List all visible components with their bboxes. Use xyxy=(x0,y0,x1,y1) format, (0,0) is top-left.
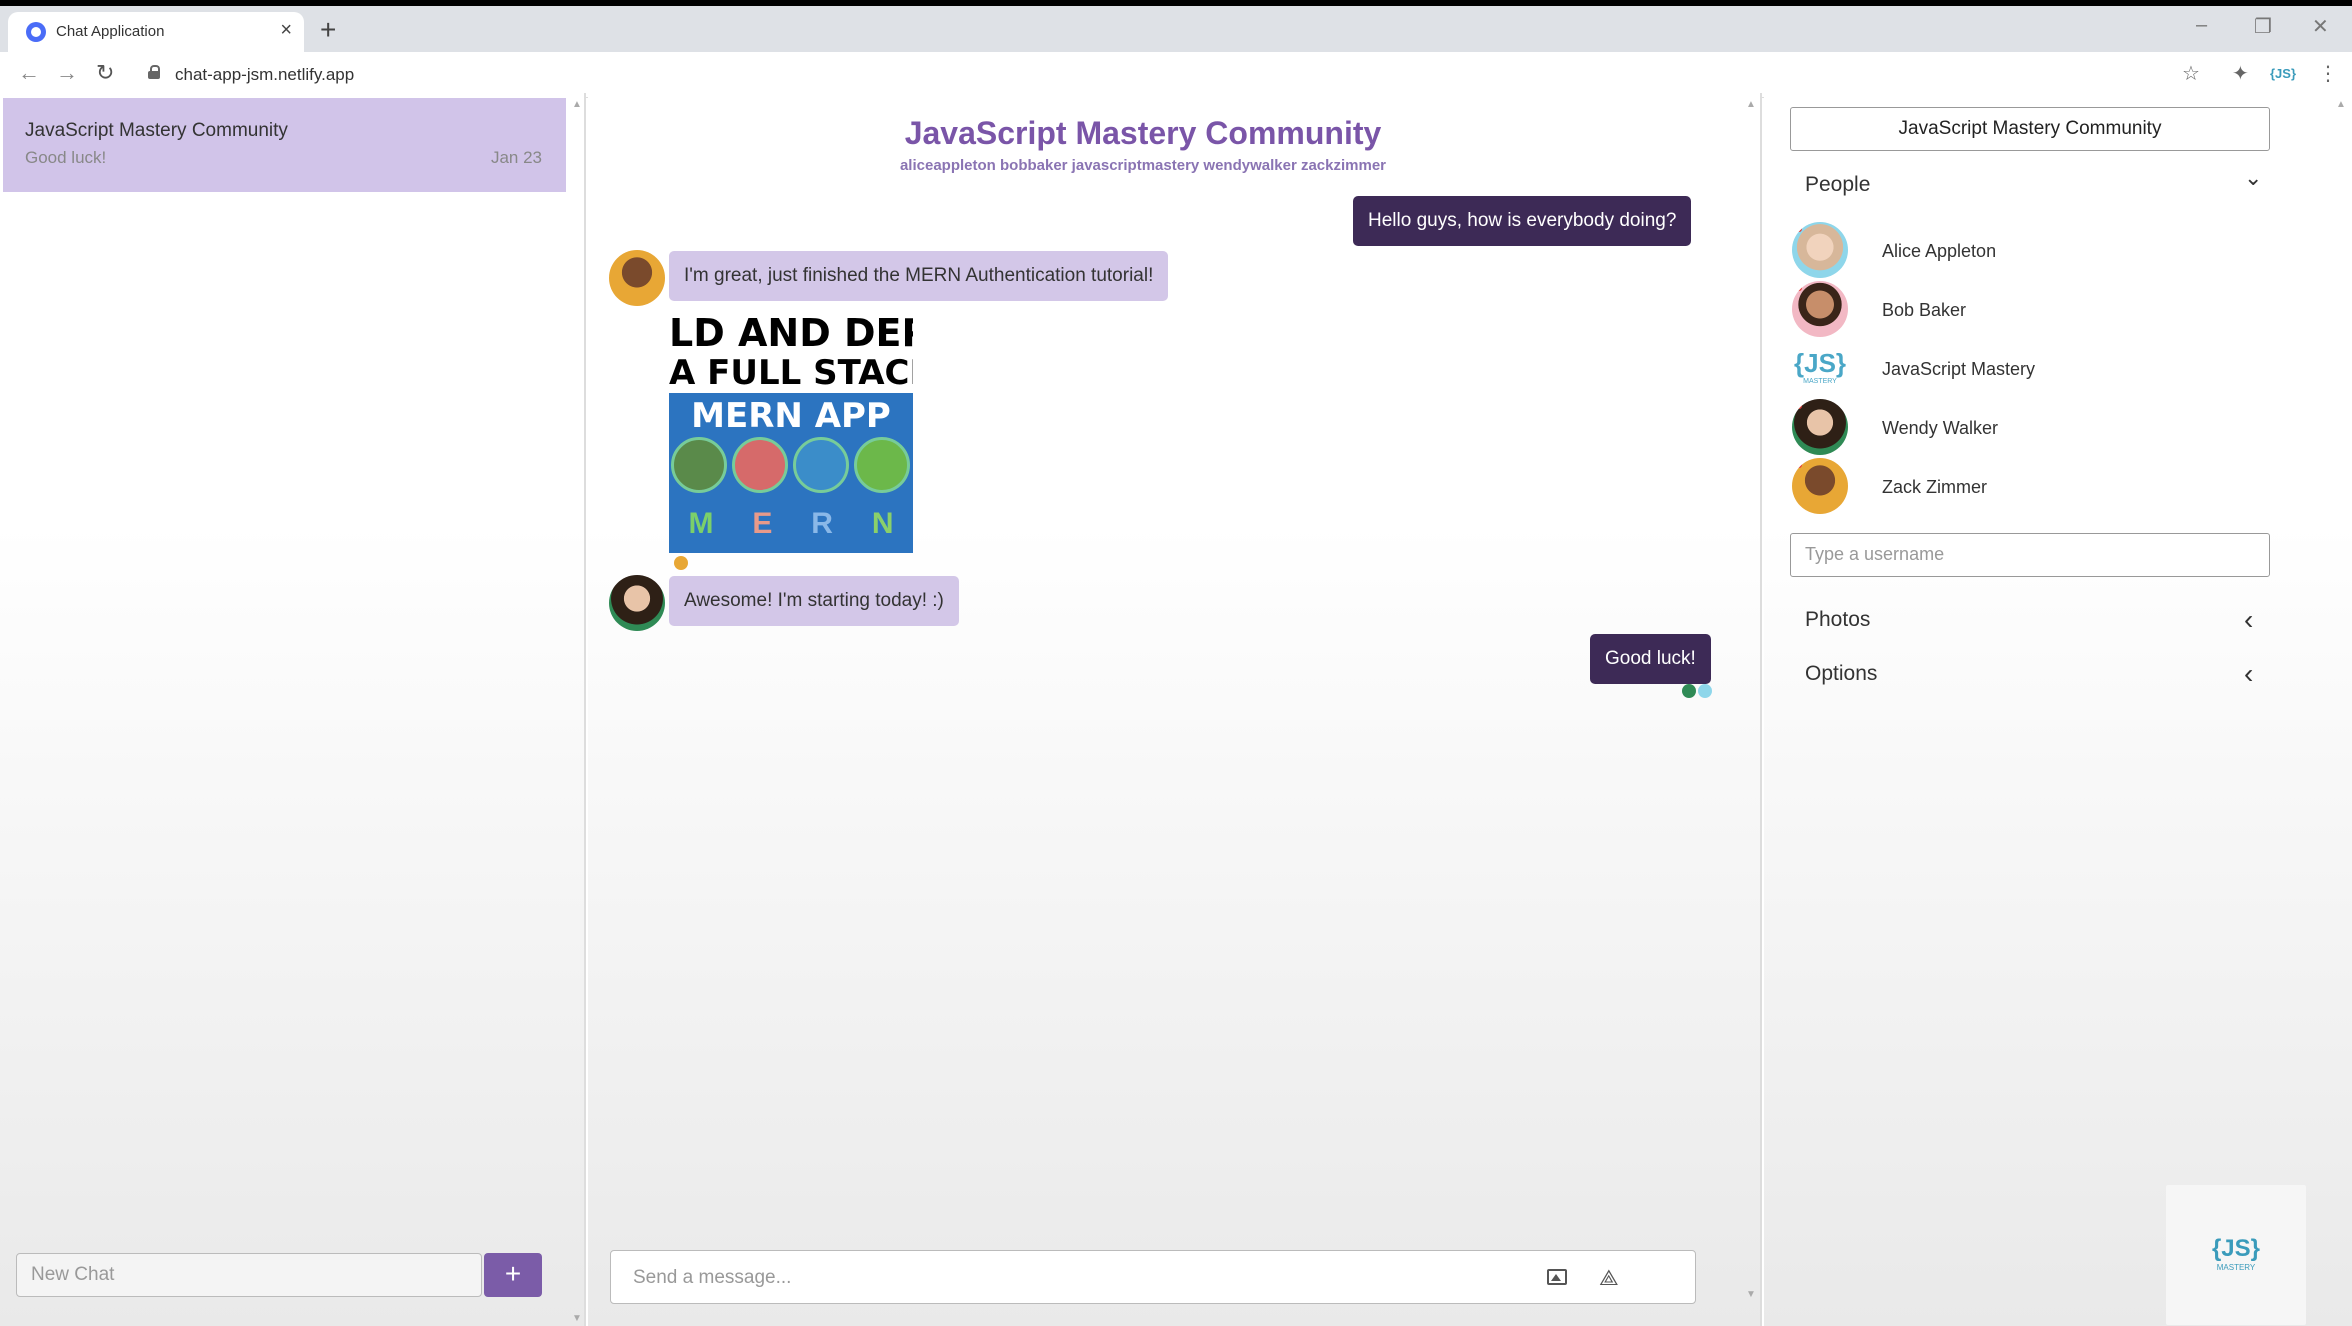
jsm-logo-sub: MASTERY xyxy=(1803,378,1837,385)
person-name: Bob Baker xyxy=(1882,300,1967,320)
forward-icon[interactable]: → xyxy=(56,60,78,86)
person-row[interactable]: Zack Zimmer xyxy=(1792,458,2252,516)
jsm-extension-icon[interactable]: {JS} xyxy=(2270,66,2296,81)
watermark-sub: MASTERY xyxy=(2216,1263,2256,1272)
mern-letter: E xyxy=(752,507,773,540)
message-image-attachment[interactable]: LD AND DEPL A FULL STACK MERN APP M E R … xyxy=(669,309,913,553)
zack-avatar xyxy=(1792,458,1848,514)
zack-avatar[interactable] xyxy=(609,250,665,306)
photos-section-header[interactable]: Photos xyxy=(1805,608,1870,632)
my-message: Hello guys, how is everybody doing? xyxy=(1353,196,1692,246)
chat-settings-panel: JavaScript Mastery Community People ⌄ Al… xyxy=(1764,93,2352,1326)
alice-avatar xyxy=(1792,222,1848,278)
person-row[interactable]: {JS} MASTERY JavaScript Mastery xyxy=(1792,340,2252,398)
browser-menu-icon[interactable]: ⋮ xyxy=(2318,61,2338,86)
tab-title: Chat Application xyxy=(56,23,165,40)
read-receipt-avatar xyxy=(674,556,688,570)
people-section-header[interactable]: People xyxy=(1805,173,1870,197)
scroll-up-icon[interactable]: ▲ xyxy=(572,99,582,110)
person-row[interactable]: Alice Appleton xyxy=(1792,222,2252,280)
online-dot xyxy=(1796,462,1802,468)
scroll-down-icon[interactable]: ▼ xyxy=(1746,1289,1756,1300)
new-chat-button[interactable]: + xyxy=(484,1253,542,1297)
my-message: Good luck! xyxy=(1590,634,1711,684)
bookmark-star-icon[interactable]: ☆ xyxy=(2182,61,2200,86)
chevron-down-icon[interactable]: ⌄ xyxy=(2244,165,2262,191)
chat-title: JavaScript Mastery Community xyxy=(904,115,1382,151)
chat-list-panel: JavaScript Mastery Community Good luck! … xyxy=(0,93,586,1326)
read-receipt-avatar xyxy=(1682,684,1696,698)
new-tab-button[interactable]: + xyxy=(320,14,336,46)
new-chat-input[interactable]: New Chat xyxy=(16,1253,482,1297)
minimize-icon[interactable]: – xyxy=(2196,14,2207,37)
chat-members: aliceappleton bobbaker javascriptmastery… xyxy=(899,157,1387,174)
person-name: JavaScript Mastery xyxy=(1882,359,2036,379)
chat-app: JavaScript Mastery Community Good luck! … xyxy=(0,93,2352,1326)
options-section-header[interactable]: Options xyxy=(1805,662,1877,686)
close-tab-icon[interactable]: × xyxy=(280,19,292,42)
person-name: Alice Appleton xyxy=(1882,241,1997,261)
browser-tab[interactable]: Chat Application × xyxy=(8,12,304,52)
attachment-text-line: A FULL STACK xyxy=(669,353,913,393)
read-receipt-avatar xyxy=(1698,684,1712,698)
extensions-icon[interactable]: ✦ xyxy=(2232,61,2249,86)
browser-toolbar: ← → ↻ chat-app-jsm.netlify.app ☆ ✦ {JS} … xyxy=(0,52,2352,98)
mern-letter: M xyxy=(688,507,714,540)
chat-card-title: JavaScript Mastery Community xyxy=(25,120,288,141)
their-message: I'm great, just finished the MERN Authen… xyxy=(669,251,1169,301)
wendy-avatar xyxy=(1792,399,1848,455)
mern-letter: N xyxy=(871,507,894,540)
message-input-placeholder: Send a message... xyxy=(633,1267,792,1288)
scroll-up-icon[interactable]: ▲ xyxy=(2336,99,2346,110)
image-upload-icon[interactable] xyxy=(1547,1269,1567,1285)
express-icon xyxy=(732,437,788,493)
their-message: Awesome! I'm starting today! :) xyxy=(669,576,959,626)
restore-icon[interactable]: ❐ xyxy=(2254,14,2272,39)
mongodb-icon xyxy=(671,437,727,493)
chat-card-last-message: Good luck! xyxy=(25,148,107,167)
back-icon[interactable]: ← xyxy=(18,60,40,86)
address-bar[interactable]: chat-app-jsm.netlify.app xyxy=(175,65,354,85)
chevron-left-icon[interactable]: ‹ xyxy=(2244,658,2253,690)
online-dot xyxy=(1796,226,1802,232)
tab-strip: Chat Application × + – ❐ ✕ xyxy=(0,6,2352,52)
mern-letter: R xyxy=(811,507,833,540)
chat-card[interactable]: JavaScript Mastery Community Good luck! … xyxy=(3,98,566,192)
person-row[interactable]: Bob Baker xyxy=(1792,281,2252,339)
attachment-text-line: MERN APP xyxy=(691,396,891,436)
chat-favicon-icon xyxy=(26,22,46,42)
lock-icon[interactable] xyxy=(148,65,160,79)
online-dot xyxy=(1796,403,1802,409)
wendy-avatar[interactable] xyxy=(609,575,665,631)
chat-feed: JavaScript Mastery Community aliceapplet… xyxy=(588,93,1762,1326)
jsm-watermark-logo: {JS} MASTERY xyxy=(2166,1185,2306,1325)
bob-avatar xyxy=(1792,281,1848,337)
attachment-text-line: LD AND DEPL xyxy=(669,309,913,357)
add-username-input[interactable]: Type a username xyxy=(1790,533,2270,577)
nodejs-icon xyxy=(854,437,910,493)
person-name: Wendy Walker xyxy=(1882,418,1999,438)
react-icon xyxy=(793,437,849,493)
jsm-logo-mark: {JS} xyxy=(1794,348,1847,378)
close-window-icon[interactable]: ✕ xyxy=(2312,14,2329,39)
scroll-down-icon[interactable]: ▼ xyxy=(572,1313,582,1324)
scroll-up-icon[interactable]: ▲ xyxy=(1746,99,1756,110)
chat-title-input[interactable]: JavaScript Mastery Community xyxy=(1790,107,2270,151)
browser-window: Chat Application × + – ❐ ✕ ← → ↻ chat-ap… xyxy=(0,6,2352,1326)
person-row[interactable]: Wendy Walker xyxy=(1792,399,2252,457)
watermark-mark: {JS} xyxy=(2211,1235,2261,1262)
online-dot xyxy=(1796,285,1802,291)
chat-card-date: Jan 23 xyxy=(490,148,542,167)
mern-letters: M E R N xyxy=(669,507,913,541)
message-input[interactable]: Send a message... ⟁ xyxy=(610,1250,1696,1304)
reload-icon[interactable]: ↻ xyxy=(96,60,114,86)
person-name: Zack Zimmer xyxy=(1882,477,1987,497)
jsm-logo-icon: {JS} MASTERY xyxy=(1792,340,1848,396)
chevron-left-icon[interactable]: ‹ xyxy=(2244,604,2253,636)
send-icon[interactable]: ⟁ xyxy=(1599,1265,1619,1291)
